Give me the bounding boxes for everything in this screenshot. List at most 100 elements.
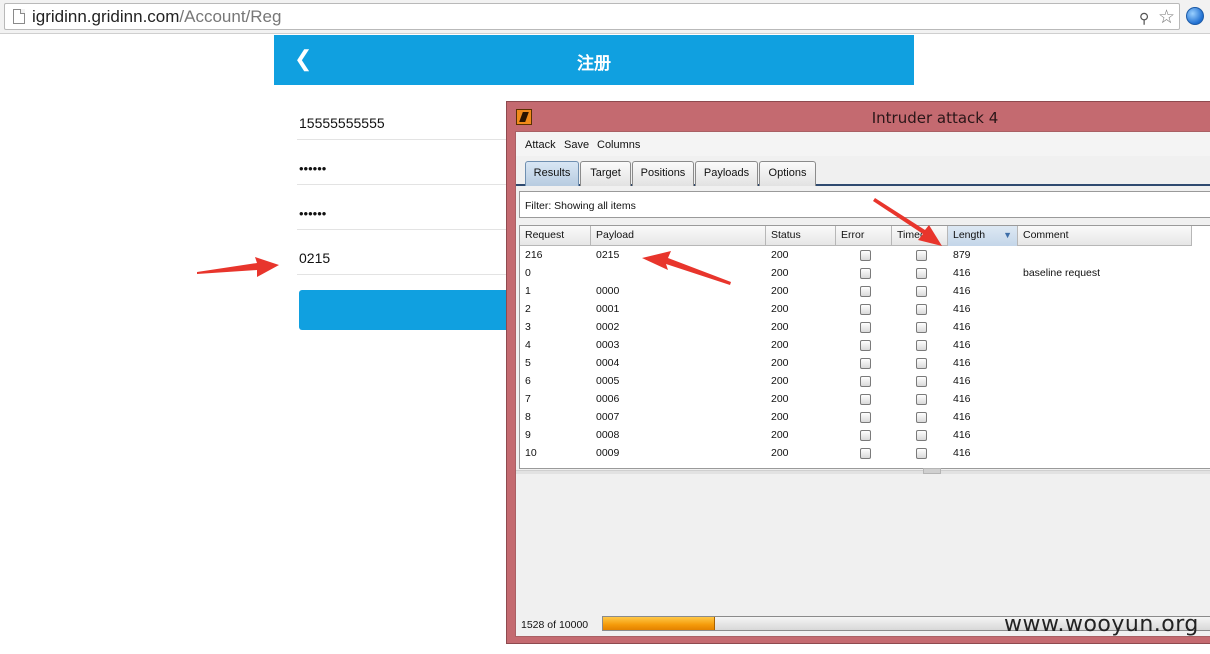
- filter-bar[interactable]: Filter: Showing all items: [519, 191, 1210, 218]
- timeout-checkbox[interactable]: [916, 376, 927, 387]
- table-row[interactable]: 8 0007 200 416: [520, 409, 1192, 427]
- cell-payload: 0009: [596, 447, 620, 459]
- window-titlebar[interactable]: Intruder attack 4: [507, 102, 1210, 130]
- cell-request: 9: [525, 429, 531, 441]
- error-checkbox[interactable]: [860, 340, 871, 351]
- tab-positions[interactable]: Positions: [632, 161, 694, 186]
- cell-length: 416: [953, 339, 971, 351]
- error-checkbox[interactable]: [860, 250, 871, 261]
- horizontal-scrollbar[interactable]: [516, 468, 1210, 474]
- globe-icon[interactable]: [1186, 7, 1204, 25]
- table-row[interactable]: 6 0005 200 416: [520, 373, 1192, 391]
- cell-length: 416: [953, 357, 971, 369]
- tab-results[interactable]: Results: [525, 161, 579, 186]
- table-row[interactable]: 9 0008 200 416: [520, 427, 1192, 445]
- error-checkbox[interactable]: [860, 394, 871, 405]
- scrollbar-grip[interactable]: [923, 468, 941, 474]
- error-checkbox[interactable]: [860, 448, 871, 459]
- cell-status: 200: [771, 249, 789, 261]
- timeout-checkbox[interactable]: [916, 250, 927, 261]
- timeout-checkbox[interactable]: [916, 448, 927, 459]
- cell-request: 216: [525, 249, 543, 261]
- timeout-checkbox[interactable]: [916, 394, 927, 405]
- table-row[interactable]: 1 0000 200 416: [520, 283, 1192, 301]
- error-checkbox[interactable]: [860, 268, 871, 279]
- column-request[interactable]: Request: [520, 226, 591, 246]
- tab-bar: Results Target Positions Payloads Option…: [516, 158, 1210, 186]
- cell-request: 2: [525, 303, 531, 315]
- cell-request: 7: [525, 393, 531, 405]
- cell-status: 200: [771, 339, 789, 351]
- register-button[interactable]: [299, 290, 529, 330]
- window-content: Attack Save Columns Results Target Posit…: [515, 131, 1210, 637]
- tab-payloads[interactable]: Payloads: [695, 161, 758, 186]
- address-bar[interactable]: igridinn.gridinn.com/Account/Reg ⚲ ☆: [4, 3, 1180, 30]
- annotation-arrow-left: [197, 257, 279, 277]
- error-checkbox[interactable]: [860, 430, 871, 441]
- progress-fill: [603, 617, 715, 630]
- table-row[interactable]: 10 0009 200 416: [520, 445, 1192, 463]
- error-checkbox[interactable]: [860, 358, 871, 369]
- url-host: igridinn.gridinn.com: [32, 7, 180, 26]
- column-status[interactable]: Status: [766, 226, 836, 246]
- column-payload[interactable]: Payload: [591, 226, 766, 246]
- cell-length: 879: [953, 249, 971, 261]
- cell-status: 200: [771, 285, 789, 297]
- key-icon[interactable]: ⚲: [1139, 10, 1149, 27]
- timeout-checkbox[interactable]: [916, 340, 927, 351]
- table-row[interactable]: 7 0006 200 416: [520, 391, 1192, 409]
- error-checkbox[interactable]: [860, 304, 871, 315]
- error-checkbox[interactable]: [860, 286, 871, 297]
- error-checkbox[interactable]: [860, 322, 871, 333]
- menu-columns[interactable]: Columns: [597, 139, 640, 151]
- timeout-checkbox[interactable]: [916, 358, 927, 369]
- table-row[interactable]: 0 200 416 baseline request: [520, 265, 1192, 283]
- intruder-window: Intruder attack 4 Attack Save Columns Re…: [506, 101, 1210, 644]
- timeout-checkbox[interactable]: [916, 430, 927, 441]
- timeout-checkbox[interactable]: [916, 304, 927, 315]
- phone-field[interactable]: 15555555555: [297, 95, 527, 140]
- url-text[interactable]: igridinn.gridinn.com/Account/Reg: [32, 7, 281, 27]
- table-row[interactable]: 216 0215 200 879: [520, 247, 1192, 265]
- cell-payload: 0000: [596, 285, 620, 297]
- column-length[interactable]: Length ▼: [948, 226, 1018, 246]
- table-body: 216 0215 200 879 0 200 416 baseline request 1 000…: [520, 247, 1192, 463]
- tab-options[interactable]: Options: [759, 161, 816, 186]
- cell-request: 8: [525, 411, 531, 423]
- verification-code-field[interactable]: 0215: [297, 230, 527, 275]
- menu-save[interactable]: Save: [564, 139, 589, 151]
- cell-payload: 0001: [596, 303, 620, 315]
- error-checkbox[interactable]: [860, 412, 871, 423]
- confirm-password-field[interactable]: ••••••: [297, 185, 527, 230]
- table-row[interactable]: 5 0004 200 416: [520, 355, 1192, 373]
- cell-payload: 0215: [596, 249, 620, 261]
- cell-payload: 0005: [596, 375, 620, 387]
- cell-payload: 0004: [596, 357, 620, 369]
- error-checkbox[interactable]: [860, 376, 871, 387]
- cell-payload: 0007: [596, 411, 620, 423]
- menu-bar: Attack Save Columns: [516, 132, 1210, 156]
- timeout-checkbox[interactable]: [916, 286, 927, 297]
- timeout-checkbox[interactable]: [916, 268, 927, 279]
- star-icon[interactable]: ☆: [1158, 6, 1175, 29]
- cell-status: 200: [771, 357, 789, 369]
- results-table[interactable]: Request Payload Status Error Timeo... Le…: [519, 225, 1210, 469]
- cell-length: 416: [953, 447, 971, 459]
- table-row[interactable]: 3 0002 200 416: [520, 319, 1192, 337]
- table-row[interactable]: 4 0003 200 416: [520, 337, 1192, 355]
- cell-status: 200: [771, 393, 789, 405]
- cell-status: 200: [771, 303, 789, 315]
- request-detail-area: [516, 475, 1210, 610]
- tab-target[interactable]: Target: [580, 161, 631, 186]
- password-field[interactable]: ••••••: [297, 140, 527, 185]
- timeout-checkbox[interactable]: [916, 322, 927, 333]
- column-comment[interactable]: Comment: [1018, 226, 1192, 246]
- menu-attack[interactable]: Attack: [525, 139, 556, 151]
- cell-request: 1: [525, 285, 531, 297]
- table-row[interactable]: 2 0001 200 416: [520, 301, 1192, 319]
- cell-length: 416: [953, 375, 971, 387]
- cell-payload: 0003: [596, 339, 620, 351]
- cell-length: 416: [953, 321, 971, 333]
- cell-length: 416: [953, 267, 971, 279]
- timeout-checkbox[interactable]: [916, 412, 927, 423]
